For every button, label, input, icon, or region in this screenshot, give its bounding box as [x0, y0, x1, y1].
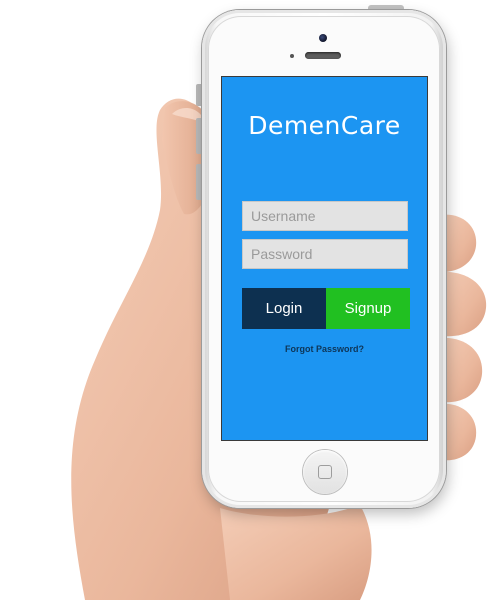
- username-input[interactable]: [242, 201, 408, 231]
- login-button[interactable]: Login: [242, 288, 326, 329]
- earpiece-speaker-icon: [305, 52, 341, 59]
- app-screen: DemenCare Login Signup Forgot Password?: [221, 76, 428, 441]
- app-title: DemenCare: [248, 111, 401, 140]
- front-camera-icon: [319, 34, 327, 42]
- home-button-icon[interactable]: [303, 450, 347, 494]
- proximity-sensor: [290, 54, 294, 58]
- mockup-stage: DemenCare Login Signup Forgot Password?: [0, 0, 499, 600]
- password-input[interactable]: [242, 239, 408, 269]
- signup-button[interactable]: Signup: [326, 288, 410, 329]
- forgot-password-link[interactable]: Forgot Password?: [222, 344, 427, 354]
- home-square-glyph: [318, 465, 332, 479]
